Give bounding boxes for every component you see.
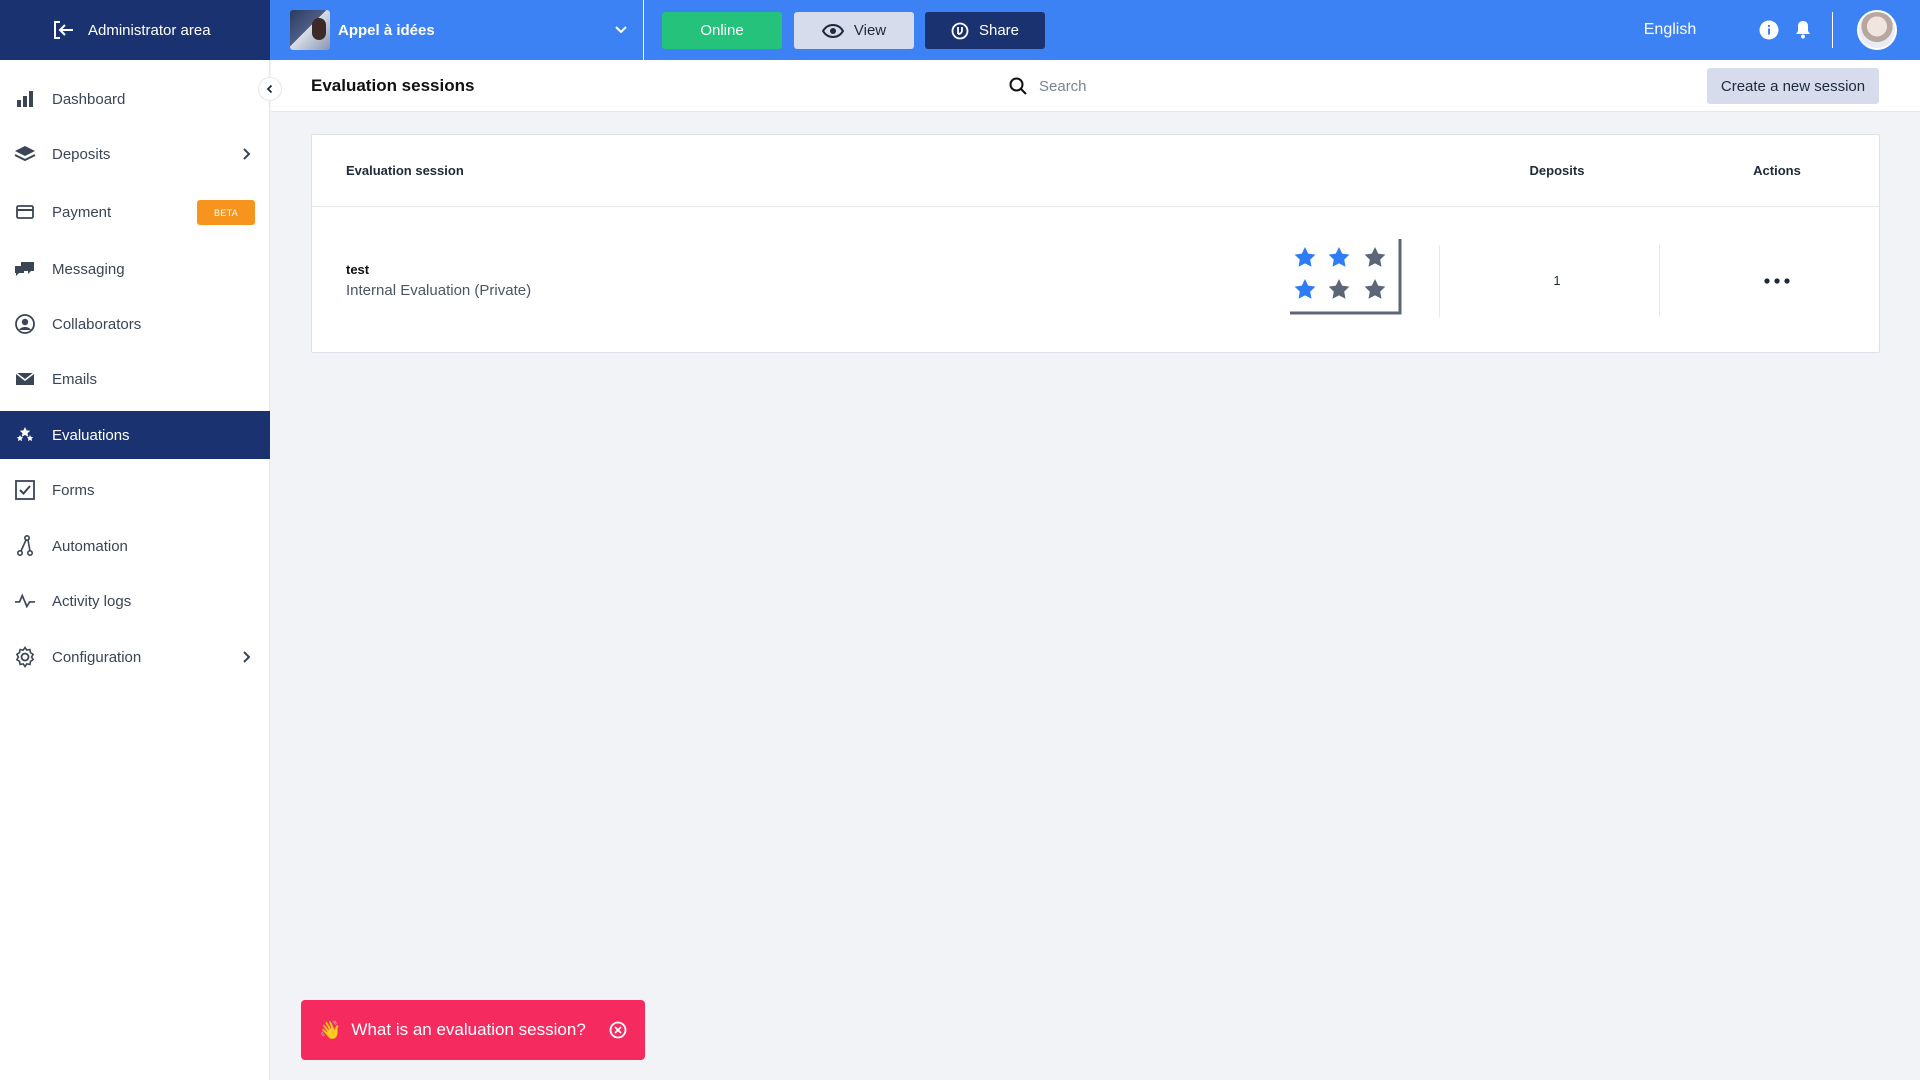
column-divider (1439, 245, 1440, 317)
column-header-deposits: Deposits (1529, 163, 1585, 178)
eye-icon (821, 23, 844, 38)
online-status-button[interactable]: Online (662, 12, 782, 49)
administrator-area-link[interactable]: Administrator area (0, 0, 270, 60)
page-header: Evaluation sessions Search Create a new … (271, 60, 1920, 112)
create-session-button[interactable]: Create a new session (1707, 68, 1879, 104)
sessions-table: Evaluation session Deposits Actions test… (311, 134, 1880, 353)
page-title: Evaluation sessions (311, 76, 475, 95)
chevron-down-icon (615, 26, 627, 34)
sidebar-item-activity-logs[interactable]: Activity logs (0, 577, 270, 625)
more-horizontal-icon (1764, 278, 1790, 284)
column-header-actions: Actions (1753, 163, 1801, 178)
view-label: View (853, 22, 887, 39)
sidebar: Dashboard Deposits Payment BETA Messagin… (0, 60, 270, 1080)
chevron-left-icon (266, 84, 273, 94)
sidebar-item-evaluations[interactable]: Evaluations (0, 411, 270, 459)
online-label: Online (700, 22, 744, 39)
sidebar-item-configuration[interactable]: Configuration (0, 633, 270, 681)
beta-badge: BETA (197, 200, 255, 225)
chevron-right-icon (243, 148, 251, 160)
info-icon[interactable] (1759, 20, 1779, 40)
sidebar-item-dashboard[interactable]: Dashboard (0, 75, 270, 123)
topbar-divider (1832, 12, 1833, 48)
table-row[interactable]: test Internal Evaluation (Private) 1 (312, 207, 1879, 354)
table-header: Evaluation session Deposits Actions (312, 135, 1879, 207)
sidebar-item-collaborators[interactable]: Collaborators (0, 300, 270, 348)
chat-icon (14, 258, 36, 280)
checkbox-icon (14, 479, 36, 501)
exit-icon (54, 21, 73, 39)
waving-hand-icon: 👋 (319, 1019, 342, 1040)
user-circle-icon (14, 313, 36, 335)
more-actions-button[interactable] (1752, 271, 1802, 291)
administrator-area-label: Administrator area (88, 21, 211, 39)
sidebar-item-deposits[interactable]: Deposits (0, 130, 270, 178)
sidebar-item-payment[interactable]: Payment BETA (0, 188, 270, 236)
column-header-session: Evaluation session (346, 163, 464, 178)
session-name: test (346, 262, 370, 277)
workflow-icon (14, 535, 36, 557)
share-button[interactable]: Share (925, 12, 1045, 49)
language-selector[interactable]: English (1630, 0, 1710, 60)
search-placeholder: Search (1039, 77, 1087, 95)
sidebar-item-label: Payment (52, 203, 112, 221)
project-name: Appel à idées (338, 21, 435, 39)
stars-icon (14, 424, 36, 446)
sidebar-item-label: Deposits (52, 145, 111, 163)
credit-card-icon (14, 201, 36, 223)
sidebar-item-label: Activity logs (52, 592, 132, 610)
search-input[interactable]: Search (1009, 72, 1309, 100)
sidebar-item-messaging[interactable]: Messaging (0, 245, 270, 293)
sidebar-item-forms[interactable]: Forms (0, 466, 270, 514)
share-icon (951, 22, 969, 39)
sidebar-item-label: Emails (52, 370, 98, 388)
sidebar-item-label: Evaluations (52, 426, 130, 444)
sidebar-item-emails[interactable]: Emails (0, 355, 270, 403)
sidebar-item-label: Collaborators (52, 315, 142, 333)
sidebar-item-label: Automation (52, 537, 128, 555)
avatar[interactable] (1857, 10, 1897, 50)
sidebar-item-label: Configuration (52, 648, 142, 666)
column-divider (1659, 245, 1660, 317)
session-type: Internal Evaluation (Private) (346, 282, 532, 299)
sidebar-item-label: Dashboard (52, 90, 126, 108)
share-label: Share (978, 22, 1020, 39)
search-icon (1009, 77, 1027, 95)
deposits-count: 1 (1553, 273, 1561, 288)
sidebar-item-label: Messaging (52, 260, 125, 278)
help-text: What is an evaluation session? (351, 1020, 586, 1039)
project-thumbnail (290, 10, 330, 50)
help-toast[interactable]: 👋 What is an evaluation session? (301, 1000, 645, 1060)
envelope-icon (14, 368, 36, 390)
bell-icon[interactable] (1794, 19, 1812, 39)
top-bar: Administrator area Appel à idées Online … (0, 0, 1920, 60)
sidebar-item-automation[interactable]: Automation (0, 522, 270, 570)
layers-icon (14, 143, 36, 165)
chevron-right-icon (243, 651, 251, 663)
project-selector[interactable]: Appel à idées (270, 0, 644, 60)
gear-icon (14, 646, 36, 668)
close-icon[interactable] (609, 1021, 627, 1039)
collapse-sidebar-button[interactable] (258, 77, 282, 101)
pulse-icon (14, 590, 36, 612)
star-icon (1294, 247, 1386, 299)
sidebar-item-label: Forms (52, 481, 95, 499)
evaluation-stars-illustration (1290, 239, 1402, 315)
bar-chart-icon (14, 88, 36, 110)
view-button[interactable]: View (794, 12, 914, 49)
